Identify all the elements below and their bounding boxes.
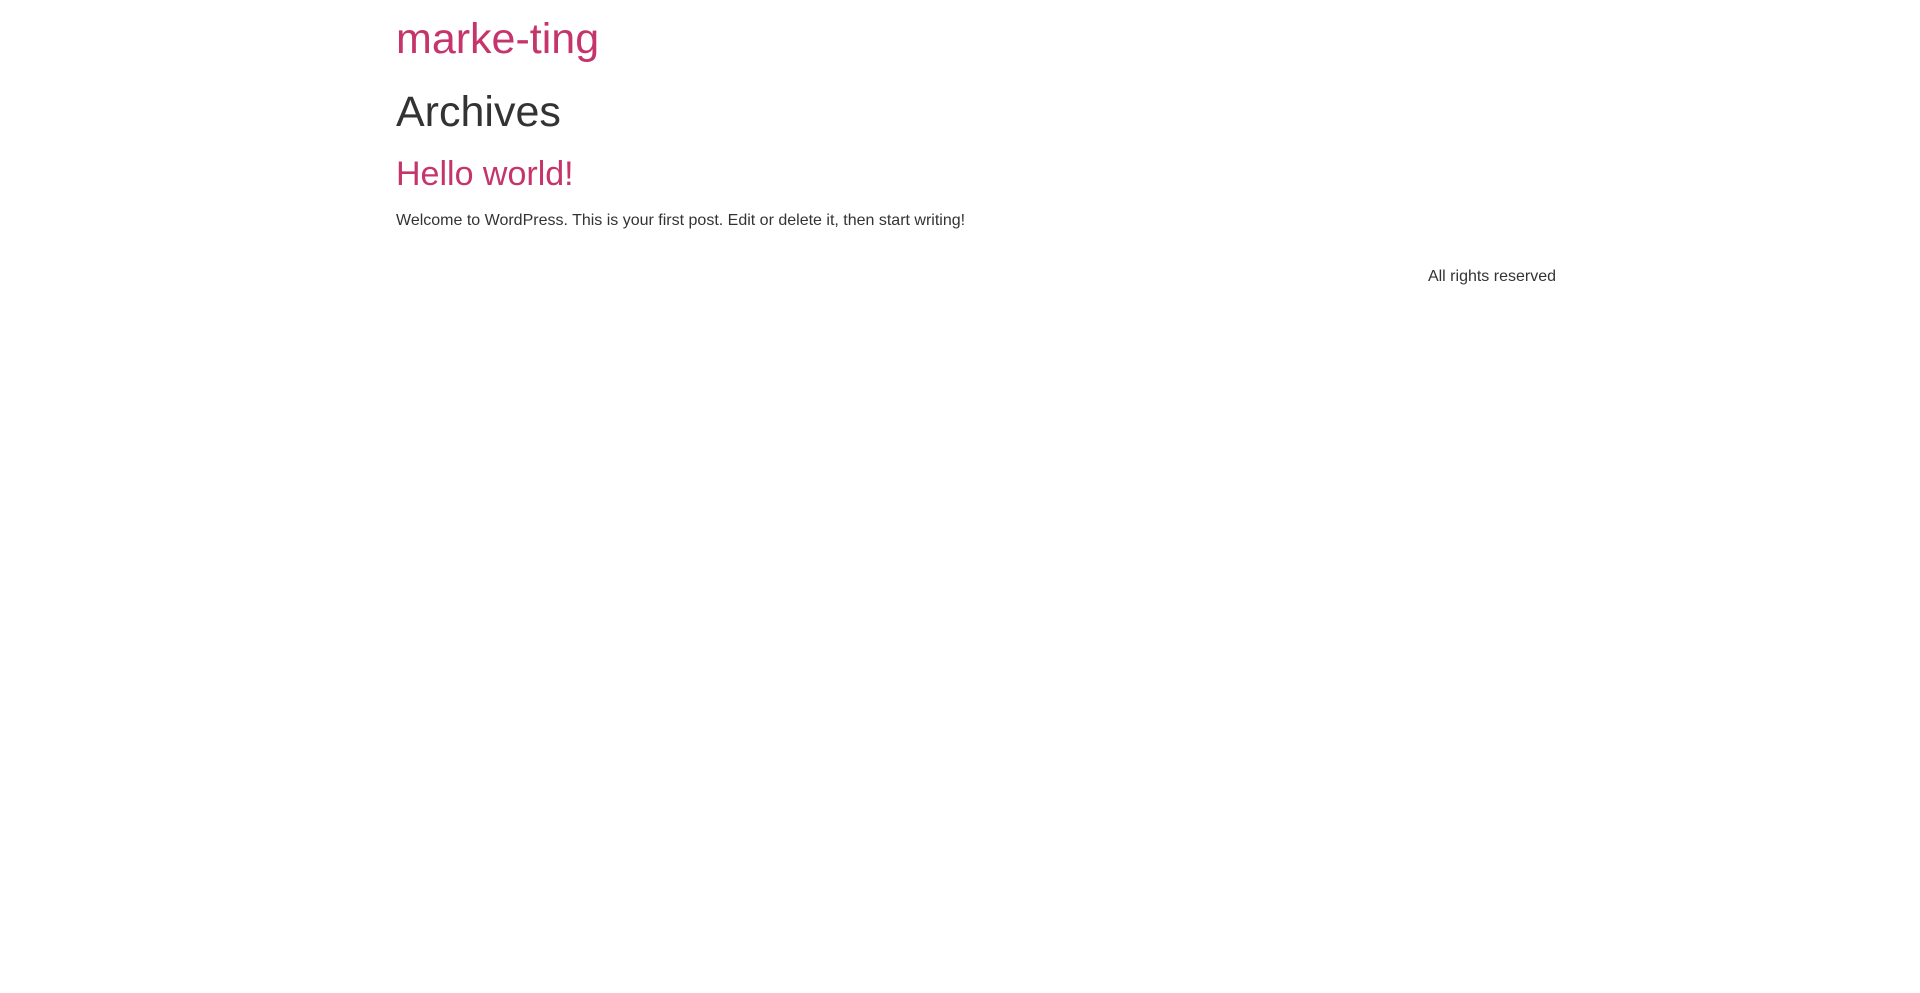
post-title-link[interactable]: Hello world! (396, 153, 574, 195)
site-header: marke-ting (396, 0, 1556, 80)
copyright-text: All rights reserved (1427, 268, 1556, 285)
page: marke-ting Archives Hello world! Welcome… (0, 0, 1920, 993)
content-container: marke-ting Archives Hello world! Welcome… (396, 0, 1556, 285)
site-title-link[interactable]: marke-ting (396, 13, 599, 65)
page-title: Archives (396, 88, 561, 136)
post-excerpt: Welcome to WordPress. This is your first… (396, 212, 966, 229)
site-footer: All rights reserved (396, 265, 1556, 289)
